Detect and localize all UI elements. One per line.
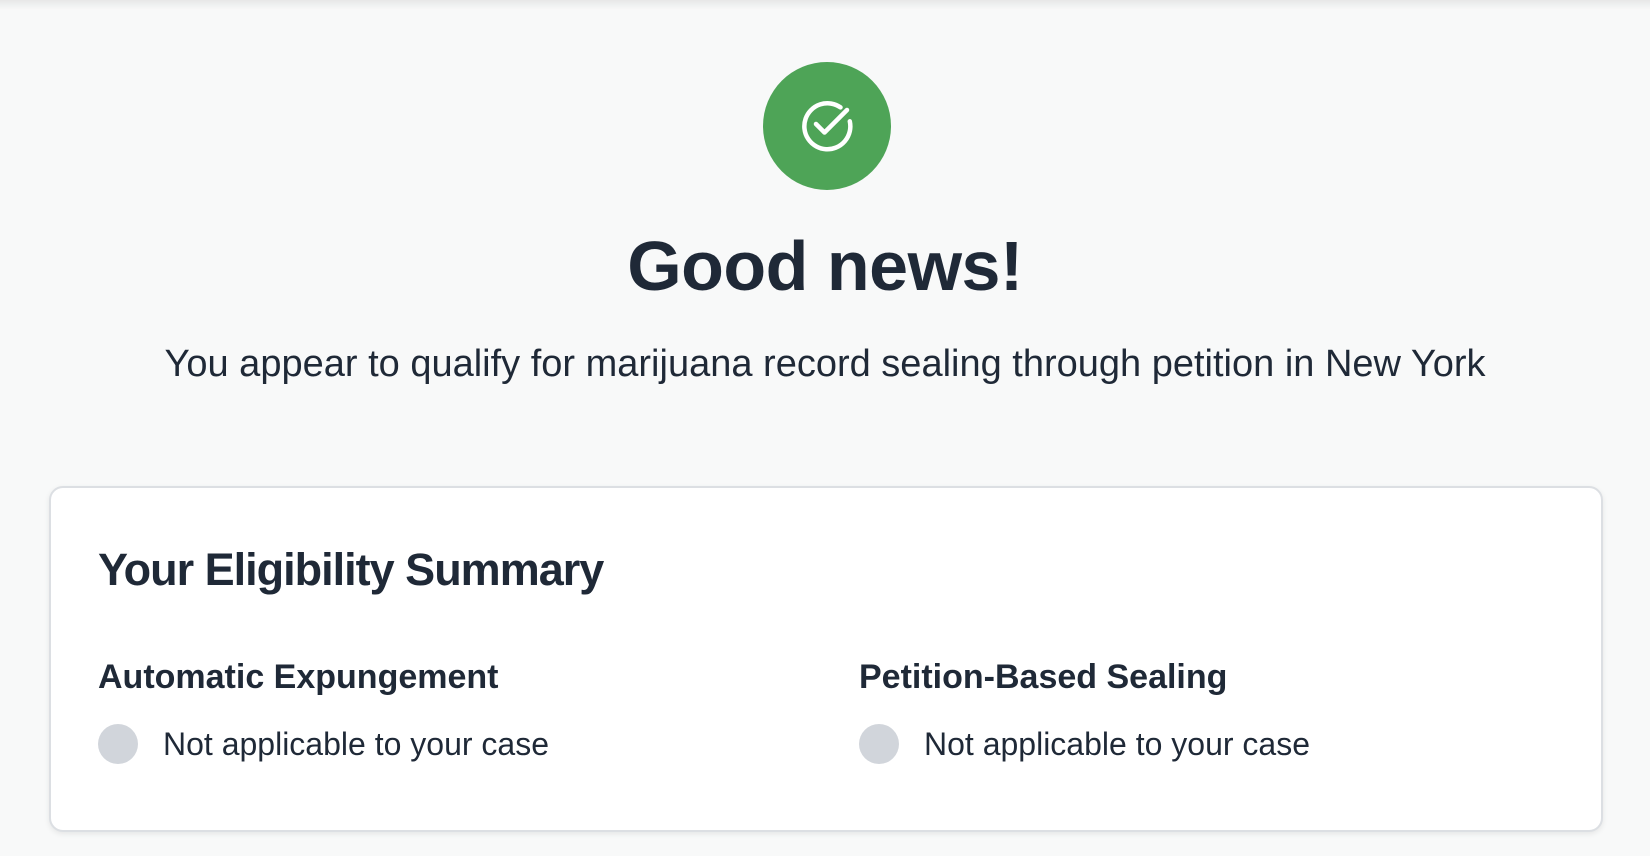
check-circle-icon — [802, 101, 853, 152]
section-title: Automatic Expungement — [98, 658, 499, 696]
status-row: Not applicable to your case — [98, 724, 549, 764]
status-row: Not applicable to your case — [859, 724, 1310, 764]
summary-title: Your Eligibility Summary — [98, 544, 604, 595]
page-title: Good news! — [627, 227, 1023, 305]
status-indicator — [859, 724, 899, 764]
section-title: Petition-Based Sealing — [859, 658, 1228, 696]
eligibility-summary-card: Your Eligibility Summary Automatic Expun… — [49, 486, 1603, 832]
top-shadow — [0, 0, 1650, 10]
status-text: Not applicable to your case — [163, 726, 549, 762]
result-subtitle: You appear to qualify for marijuana reco… — [164, 343, 1486, 385]
status-indicator — [98, 724, 138, 764]
petition-based-sealing-section: Petition-Based Sealing Not applicable to… — [859, 656, 1559, 764]
automatic-expungement-section: Automatic Expungement Not applicable to … — [98, 656, 798, 764]
success-badge — [763, 62, 891, 190]
status-text: Not applicable to your case — [924, 726, 1310, 762]
